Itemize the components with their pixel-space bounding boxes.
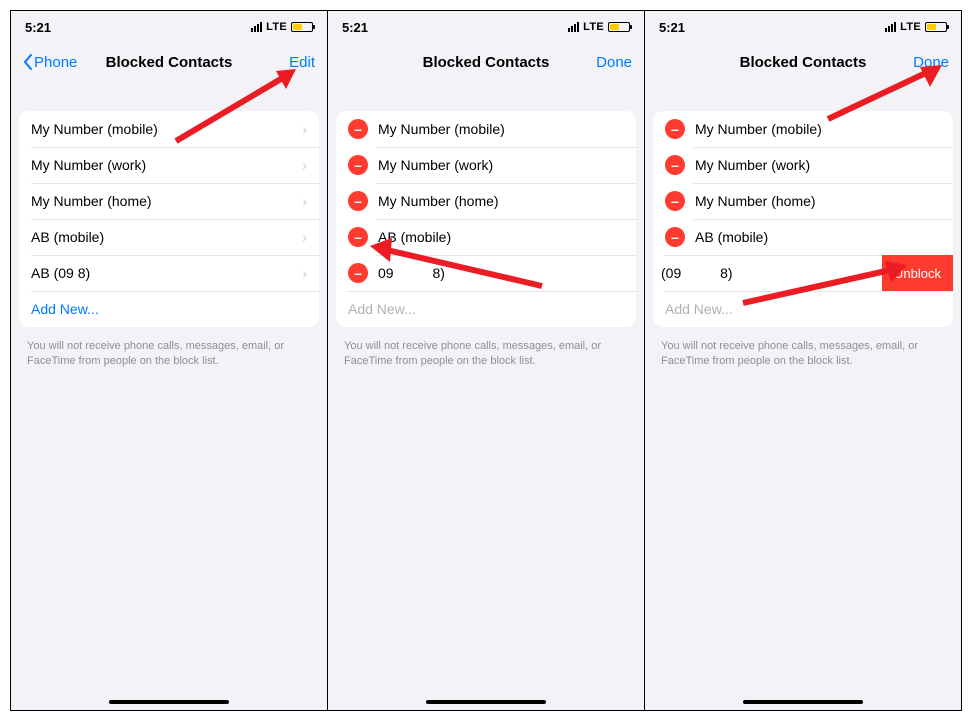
status-bar: 5:21 LTE xyxy=(328,11,644,43)
contact-row[interactable]: – AB (mobile) xyxy=(653,219,953,255)
status-time: 5:21 xyxy=(659,20,685,35)
done-button[interactable]: Done xyxy=(596,54,632,71)
add-new-button[interactable]: Add New... xyxy=(19,291,319,327)
delete-minus-icon[interactable]: – xyxy=(665,119,685,139)
contact-row[interactable]: – My Number (home) xyxy=(336,183,636,219)
status-bar: 5:21 LTE xyxy=(11,11,327,43)
contact-row[interactable]: AB (09 8) › xyxy=(19,255,319,291)
add-new-button[interactable]: Add New... xyxy=(336,291,636,327)
contact-row[interactable]: – My Number (mobile) xyxy=(336,111,636,147)
delete-minus-icon[interactable]: – xyxy=(348,191,368,211)
nav-bar: Blocked Contacts Done xyxy=(328,43,644,81)
battery-icon xyxy=(925,22,947,32)
nav-bar: Phone Blocked Contacts Edit xyxy=(11,43,327,81)
carrier-label: LTE xyxy=(900,21,921,33)
footer-text: You will not receive phone calls, messag… xyxy=(645,333,961,369)
contact-row[interactable]: – My Number (work) xyxy=(653,147,953,183)
signal-icon xyxy=(885,22,896,32)
delete-minus-icon[interactable]: – xyxy=(665,227,685,247)
chevron-right-icon: › xyxy=(302,121,307,137)
contact-row[interactable]: AB (mobile) › xyxy=(19,219,319,255)
contact-row[interactable]: My Number (home) › xyxy=(19,183,319,219)
status-time: 5:21 xyxy=(342,20,368,35)
battery-icon xyxy=(608,22,630,32)
carrier-label: LTE xyxy=(583,21,604,33)
delete-minus-icon[interactable]: – xyxy=(348,263,368,283)
edit-button[interactable]: Edit xyxy=(289,54,315,71)
blocked-list-editing: – My Number (mobile) – My Number (work) … xyxy=(653,111,953,327)
blocked-list: My Number (mobile) › My Number (work) › … xyxy=(19,111,319,327)
contact-row[interactable]: – My Number (work) xyxy=(336,147,636,183)
contact-row-swiped[interactable]: (09 8) Unblock xyxy=(653,255,953,291)
delete-minus-icon[interactable]: – xyxy=(348,119,368,139)
blocked-list-editing: – My Number (mobile) – My Number (work) … xyxy=(336,111,636,327)
chevron-right-icon: › xyxy=(302,193,307,209)
delete-minus-icon[interactable]: – xyxy=(665,191,685,211)
carrier-label: LTE xyxy=(266,21,287,33)
chevron-right-icon: › xyxy=(302,157,307,173)
screen-view-mode: 5:21 LTE Phone Blocked Contacts Edit My … xyxy=(11,11,328,710)
screen-edit-mode: 5:21 LTE Blocked Contacts Done – My Numb… xyxy=(328,11,645,710)
status-bar: 5:21 LTE xyxy=(645,11,961,43)
contact-row[interactable]: My Number (work) › xyxy=(19,147,319,183)
chevron-left-icon xyxy=(23,54,32,70)
footer-text: You will not receive phone calls, messag… xyxy=(11,333,327,369)
back-button[interactable]: Phone xyxy=(23,54,77,71)
contact-row[interactable]: My Number (mobile) › xyxy=(19,111,319,147)
delete-minus-icon[interactable]: – xyxy=(348,227,368,247)
chevron-right-icon: › xyxy=(302,265,307,281)
contact-row[interactable]: – 09 8) xyxy=(336,255,636,291)
signal-icon xyxy=(251,22,262,32)
contact-row[interactable]: – AB (mobile) xyxy=(336,219,636,255)
delete-minus-icon[interactable]: – xyxy=(348,155,368,175)
screen-unblock-mode: 5:21 LTE Blocked Contacts Done – My Numb… xyxy=(645,11,961,710)
footer-text: You will not receive phone calls, messag… xyxy=(328,333,644,369)
delete-minus-icon[interactable]: – xyxy=(665,155,685,175)
contact-row[interactable]: – My Number (home) xyxy=(653,183,953,219)
nav-bar: Blocked Contacts Done xyxy=(645,43,961,81)
status-time: 5:21 xyxy=(25,20,51,35)
unblock-button[interactable]: Unblock xyxy=(882,255,953,291)
contact-row[interactable]: – My Number (mobile) xyxy=(653,111,953,147)
add-new-button[interactable]: Add New... xyxy=(653,291,953,327)
chevron-right-icon: › xyxy=(302,229,307,245)
signal-icon xyxy=(568,22,579,32)
done-button[interactable]: Done xyxy=(913,54,949,71)
battery-icon xyxy=(291,22,313,32)
